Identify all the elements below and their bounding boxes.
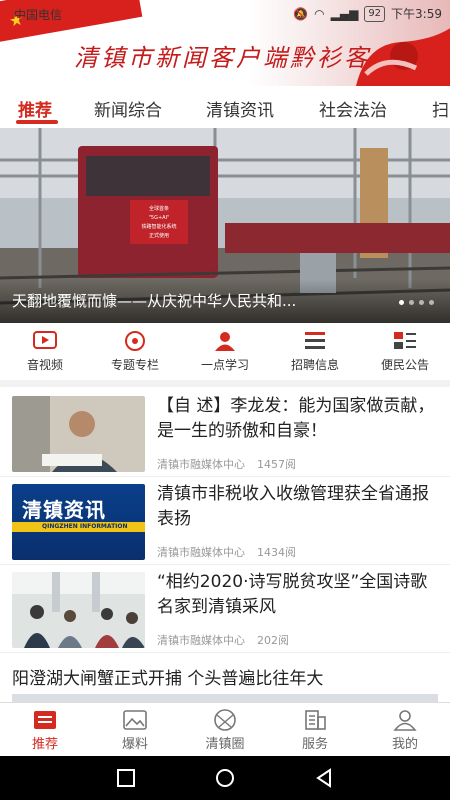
clock: 下午3:59 — [391, 7, 442, 21]
thumbnail-brand-text: 清镇资讯 — [22, 498, 106, 522]
circle-home-icon — [216, 769, 234, 787]
news-image-strip — [12, 694, 438, 702]
nav-recommend[interactable]: 推荐 — [0, 707, 90, 752]
news-title: “相约2020·诗写脱贫攻坚”全国诗歌名家到清镇采风 — [157, 572, 428, 617]
signal-icon: ▂▄▆ — [330, 6, 359, 21]
carrier-label: 中国电信 — [14, 8, 63, 22]
nav-service[interactable]: 服务 — [270, 707, 360, 752]
back-triangle-icon — [316, 768, 331, 788]
news-meta: 清镇市融媒体中心 1434阅 — [157, 544, 296, 560]
target-icon — [125, 331, 145, 351]
battery-indicator: 92 — [364, 5, 386, 22]
play-icon — [33, 331, 57, 349]
recents-button[interactable] — [116, 768, 136, 792]
news-meta: 清镇市融媒体中心 1457阅 — [157, 456, 296, 472]
news-thumbnail — [12, 396, 145, 472]
news-source: 清镇市融媒体中心 — [157, 634, 245, 647]
notice-icon — [394, 332, 416, 349]
category-label: 招聘信息 — [290, 358, 339, 372]
category-study[interactable]: 一点学习 — [180, 324, 270, 380]
list-icon — [305, 332, 325, 349]
nav-label: 爆料 — [121, 737, 148, 752]
nav-label: 清镇圈 — [205, 737, 245, 752]
mute-icon: 🔕 — [293, 6, 309, 21]
wifi-icon: ◠ — [314, 6, 325, 21]
news-thumbnail: 清镇资讯 QINGZHEN INFORMATION — [12, 484, 145, 560]
bottom-navigation: 推荐 爆料 清镇圈 服务 我的 — [0, 702, 450, 757]
category-bar: 音视频 专题专栏 一点学习 招聘信息 便民公告 — [0, 324, 450, 380]
news-title: 【自 述】李龙发：能为国家做贡献，是一生的骄傲和自豪！ — [157, 396, 435, 441]
image-icon — [123, 710, 147, 730]
category-label: 专题专栏 — [110, 358, 159, 372]
category-video[interactable]: 音视频 — [0, 324, 90, 380]
person-icon — [215, 332, 235, 351]
tab-qingzhen-info[interactable]: 清镇资讯 — [206, 96, 274, 121]
nav-label: 服务 — [301, 737, 328, 752]
banner-sign-line: 正式使用 — [149, 232, 169, 239]
category-label: 音视频 — [26, 358, 63, 372]
back-button[interactable] — [314, 768, 334, 792]
carousel-dot — [399, 300, 404, 305]
nav-label: 我的 — [391, 737, 418, 752]
news-item[interactable]: 【自 述】李龙发：能为国家做贡献，是一生的骄傲和自豪！ 清镇市融媒体中心 1457… — [0, 388, 450, 477]
headline-carousel[interactable]: 全球首条 "5G+AI" 铁路智能化系统 正式使用 天翻地覆慨而慷——从庆祝中华… — [0, 128, 450, 323]
carousel-dot — [429, 300, 434, 305]
category-jobs[interactable]: 招聘信息 — [270, 324, 360, 380]
system-navigation-bar — [0, 756, 450, 800]
news-reads: 1434阅 — [257, 546, 296, 559]
news-item[interactable]: “相约2020·诗写脱贫攻坚”全国诗歌名家到清镇采风 清镇市融媒体中心 202阅 — [0, 564, 450, 653]
nav-circle[interactable]: 清镇圈 — [180, 707, 270, 752]
active-tab-indicator — [16, 120, 58, 124]
nav-label: 推荐 — [31, 737, 58, 752]
tab-news[interactable]: 新闻综合 — [94, 96, 162, 121]
nav-profile[interactable]: 我的 — [360, 707, 450, 752]
circle-icon — [214, 709, 236, 731]
banner-caption: 天翻地覆慨而慷——从庆祝中华人民共和... — [12, 292, 297, 310]
app-title: 清镇市新闻客户端黔衫客 — [74, 44, 371, 72]
divider — [0, 380, 450, 387]
tab-recommend[interactable]: 推荐 — [18, 96, 52, 121]
news-meta: 清镇市融媒体中心 202阅 — [157, 632, 289, 648]
news-reads: 202阅 — [257, 634, 289, 647]
carousel-dot — [409, 300, 414, 305]
nav-tipoff[interactable]: 爆料 — [90, 707, 180, 752]
news-title-plain[interactable]: 阳澄湖大闸蟹正式开捕 个头普遍比往年大 — [12, 664, 323, 689]
carousel-dot — [419, 300, 424, 305]
category-label: 一点学习 — [200, 358, 249, 372]
news-source: 清镇市融媒体中心 — [157, 458, 245, 471]
category-topics[interactable]: 专题专栏 — [90, 324, 180, 380]
building-icon — [305, 710, 326, 730]
news-source: 清镇市融媒体中心 — [157, 546, 245, 559]
tab-society-law[interactable]: 社会法治 — [319, 96, 387, 121]
channel-tabs: 推荐 新闻综合 清镇资讯 社会法治 扫 — [0, 86, 450, 129]
news-item[interactable]: 清镇资讯 QINGZHEN INFORMATION 清镇市非税收入收缴管理获全省… — [0, 476, 450, 565]
banner-caption-bar: 天翻地覆慨而慷——从庆祝中华人民共和... — [0, 279, 450, 323]
user-icon — [393, 710, 417, 731]
banner-sign-line: 全球首条 — [149, 205, 169, 212]
status-bar: 中国电信 🔕 ◠ ▂▄▆ 92 下午3:59 — [0, 0, 450, 28]
banner-sign-line: 铁路智能化系统 — [141, 223, 176, 230]
news-thumbnail — [12, 572, 145, 648]
home-button[interactable] — [215, 768, 235, 792]
carousel-dots — [399, 300, 434, 305]
news-title: 清镇市非税收入收缴管理获全省通报表扬 — [157, 484, 429, 529]
banner-sign-line: "5G+AI" — [149, 215, 170, 221]
tab-more[interactable]: 扫 — [432, 96, 449, 121]
thumbnail-subtext: QINGZHEN INFORMATION — [42, 523, 128, 530]
category-label: 便民公告 — [380, 358, 429, 372]
home-list-icon — [34, 711, 56, 729]
news-reads: 1457阅 — [257, 458, 296, 471]
square-icon — [117, 769, 135, 787]
category-notices[interactable]: 便民公告 — [360, 324, 450, 380]
